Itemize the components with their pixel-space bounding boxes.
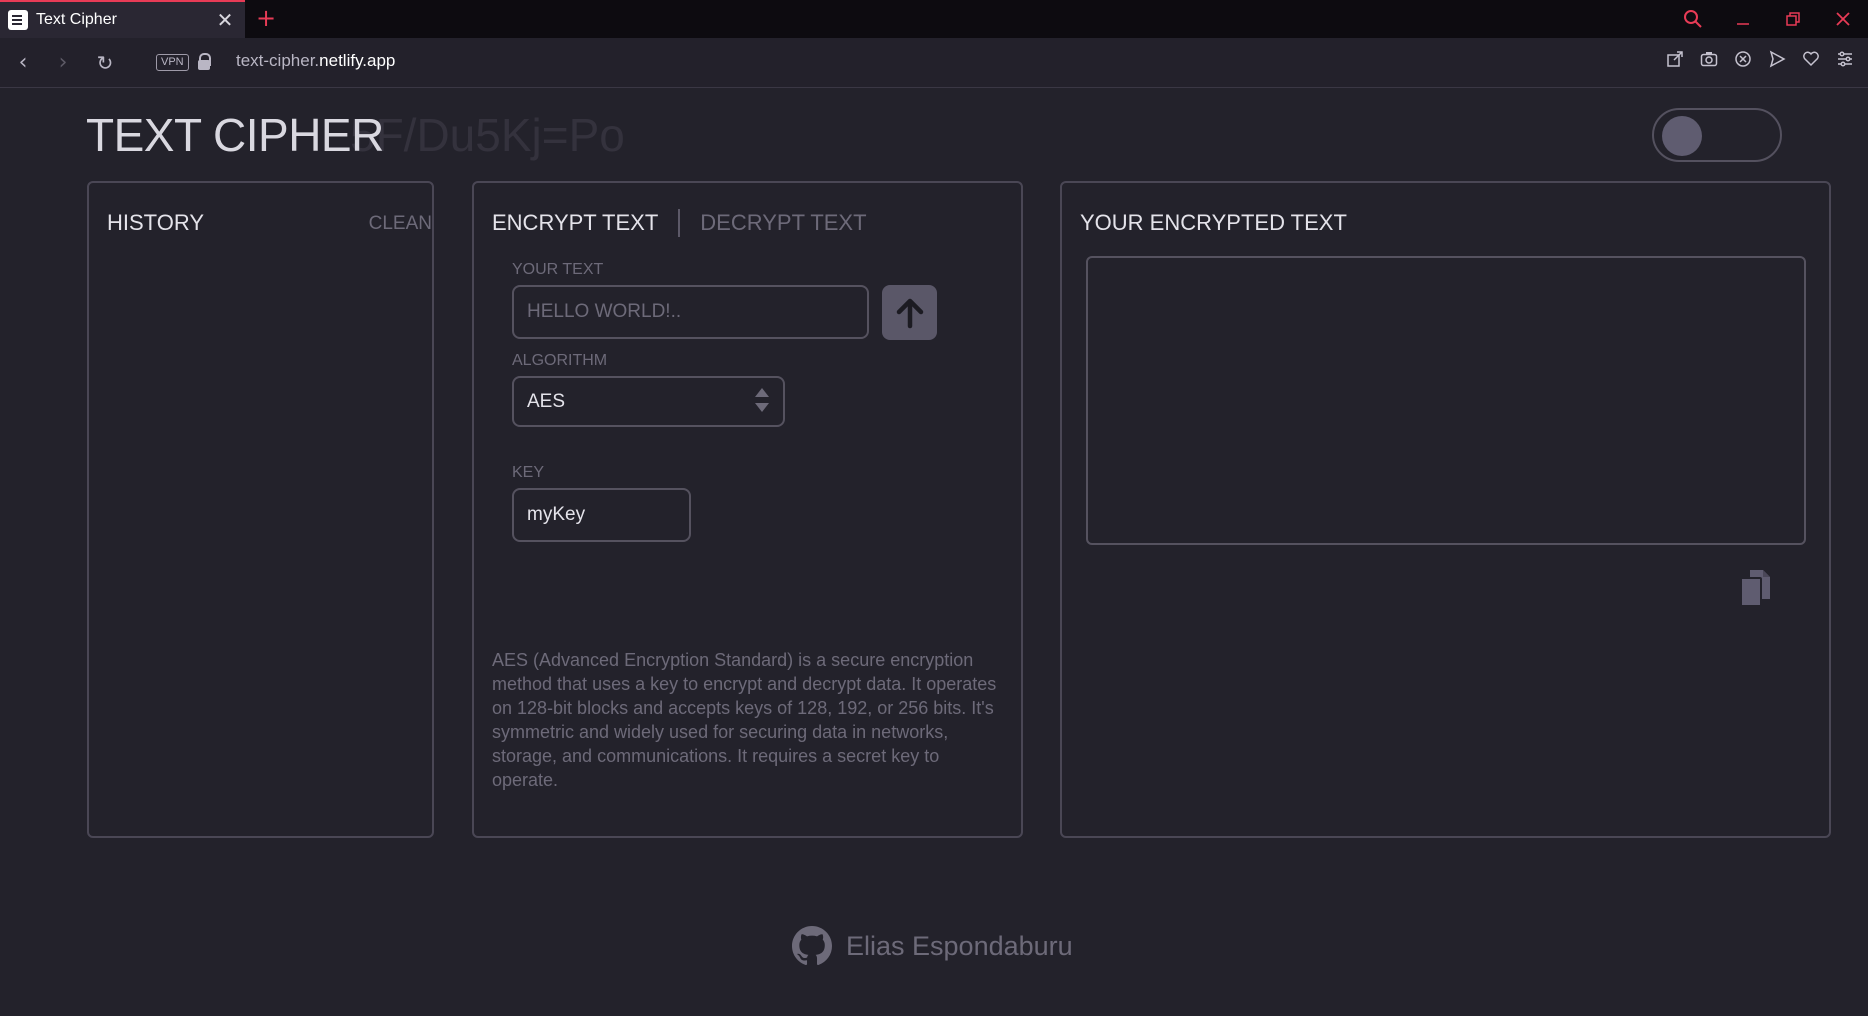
algorithm-select[interactable]: AES <box>512 376 785 427</box>
forward-icon[interactable]: › <box>48 48 78 78</box>
encrypt-submit-button[interactable] <box>882 285 937 340</box>
new-tab-icon[interactable]: + <box>256 6 276 30</box>
encrypt-panel: ENCRYPT TEXT DECRYPT TEXT YOUR TEXT ALGO… <box>472 181 1023 838</box>
share-icon[interactable] <box>1662 48 1688 78</box>
site-favicon-icon <box>8 10 28 30</box>
clean-history-button[interactable]: CLEAN <box>369 213 432 235</box>
browser-toolbar <box>1662 48 1858 78</box>
github-icon <box>792 926 832 966</box>
minimize-icon[interactable] <box>1718 0 1768 38</box>
tab-title: Text Cipher <box>36 11 117 28</box>
reload-icon[interactable]: ↻ <box>90 48 120 78</box>
tab-decrypt-text[interactable]: DECRYPT TEXT <box>700 210 866 236</box>
encrypted-text-output[interactable] <box>1086 256 1806 545</box>
close-window-icon[interactable] <box>1818 0 1868 38</box>
camera-icon[interactable] <box>1696 48 1722 78</box>
back-icon[interactable]: ‹ <box>8 48 38 78</box>
window-controls <box>1668 0 1868 38</box>
history-panel: HISTORY CLEAN <box>87 181 434 838</box>
select-arrows-icon <box>755 388 769 414</box>
algorithm-description: AES (Advanced Encryption Standard) is a … <box>492 650 997 790</box>
key-label: KEY <box>512 464 545 481</box>
algorithm-label: ALGORITHM <box>512 352 608 369</box>
algorithm-selected-value: AES <box>527 391 566 412</box>
easy-setup-icon[interactable] <box>1832 48 1858 78</box>
url-host: netlify.app <box>319 51 396 70</box>
title-animation-ghost: 5F/Du5Kj=Po <box>350 109 625 161</box>
your-text-input[interactable] <box>512 285 869 339</box>
address-bar: ‹ › ↻ VPN text-cipher.netlify.app <box>0 38 1868 88</box>
browser-tab[interactable]: Text Cipher ✕ <box>0 0 245 38</box>
adblock-icon[interactable] <box>1730 48 1756 78</box>
heart-icon[interactable] <box>1798 48 1824 78</box>
tab-encrypt-text[interactable]: ENCRYPT TEXT <box>492 210 658 236</box>
close-tab-icon[interactable]: ✕ <box>215 10 235 30</box>
footer-author-link[interactable]: Elias Espondaburu <box>792 926 1073 966</box>
tab-divider <box>678 209 681 237</box>
output-panel: YOUR ENCRYPTED TEXT <box>1060 181 1831 838</box>
author-name: Elias Espondaburu <box>846 930 1073 961</box>
browser-tab-bar: Text Cipher ✕ + <box>0 0 1868 38</box>
copy-icon <box>1740 570 1770 607</box>
theme-toggle[interactable] <box>1652 108 1782 162</box>
key-input[interactable] <box>512 488 691 542</box>
url-prefix: text-cipher. <box>236 51 320 70</box>
send-icon[interactable] <box>1764 48 1790 78</box>
arrow-up-icon <box>896 298 923 328</box>
page-title: TEXT CIPHER <box>86 109 384 161</box>
search-icon[interactable] <box>1668 0 1718 38</box>
lock-icon[interactable] <box>198 53 211 71</box>
your-text-label: YOUR TEXT <box>512 261 604 278</box>
output-heading: YOUR ENCRYPTED TEXT <box>1080 210 1347 235</box>
copy-button[interactable] <box>1738 568 1772 608</box>
history-heading: HISTORY <box>107 210 204 235</box>
toggle-knob <box>1662 116 1702 156</box>
mode-tabs: ENCRYPT TEXT DECRYPT TEXT <box>492 209 867 237</box>
restore-icon[interactable] <box>1768 0 1818 38</box>
vpn-badge[interactable]: VPN <box>156 54 189 71</box>
url-field[interactable]: text-cipher.netlify.app <box>236 51 395 71</box>
